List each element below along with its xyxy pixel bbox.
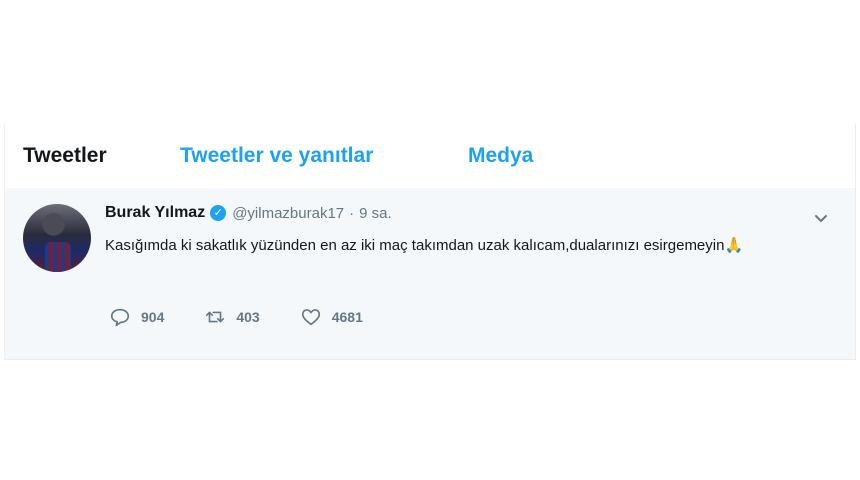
reply-icon bbox=[110, 308, 130, 327]
retweet-count: 403 bbox=[236, 309, 260, 325]
tab-tweets[interactable]: Tweetler bbox=[23, 144, 107, 168]
chevron-down-icon[interactable] bbox=[813, 210, 829, 226]
author-handle[interactable]: @yilmazburak17 bbox=[232, 205, 344, 222]
timeline-tabs: Tweetler Tweetler ve yanıtlar Medya bbox=[5, 124, 855, 189]
retweet-icon bbox=[206, 311, 225, 323]
retweet-button[interactable]: 403 bbox=[204, 306, 260, 328]
verified-badge-icon: ✓ bbox=[210, 205, 227, 221]
tweet-header: Burak Yılmaz ✓ @yilmazburak17 · 9 sa. bbox=[105, 204, 392, 222]
heart-icon bbox=[301, 309, 320, 326]
praying-hands-emoji: 🙏 bbox=[724, 237, 744, 254]
tweet-text: Kasığımda ki sakatlık yüzünden en az iki… bbox=[105, 232, 825, 259]
tweet-timestamp[interactable]: 9 sa. bbox=[359, 205, 392, 222]
tweet-actions: 904 403 4681 bbox=[109, 306, 403, 328]
tweet-body: Kasığımda ki sakatlık yüzünden en az iki… bbox=[105, 237, 725, 254]
reply-button[interactable]: 904 bbox=[109, 306, 164, 328]
author-name[interactable]: Burak Yılmaz bbox=[105, 204, 205, 222]
profile-timeline-panel: Tweetler Tweetler ve yanıtlar Medya Bura… bbox=[4, 124, 856, 360]
like-count: 4681 bbox=[331, 309, 363, 325]
reply-count: 904 bbox=[141, 309, 165, 325]
tab-tweets-and-replies[interactable]: Tweetler ve yanıtlar bbox=[180, 144, 373, 168]
tab-media[interactable]: Medya bbox=[468, 144, 533, 168]
tweet-item[interactable]: Burak Yılmaz ✓ @yilmazburak17 · 9 sa. Ka… bbox=[5, 188, 855, 360]
separator: · bbox=[349, 204, 355, 222]
avatar[interactable] bbox=[23, 204, 91, 272]
like-button[interactable]: 4681 bbox=[300, 306, 363, 328]
